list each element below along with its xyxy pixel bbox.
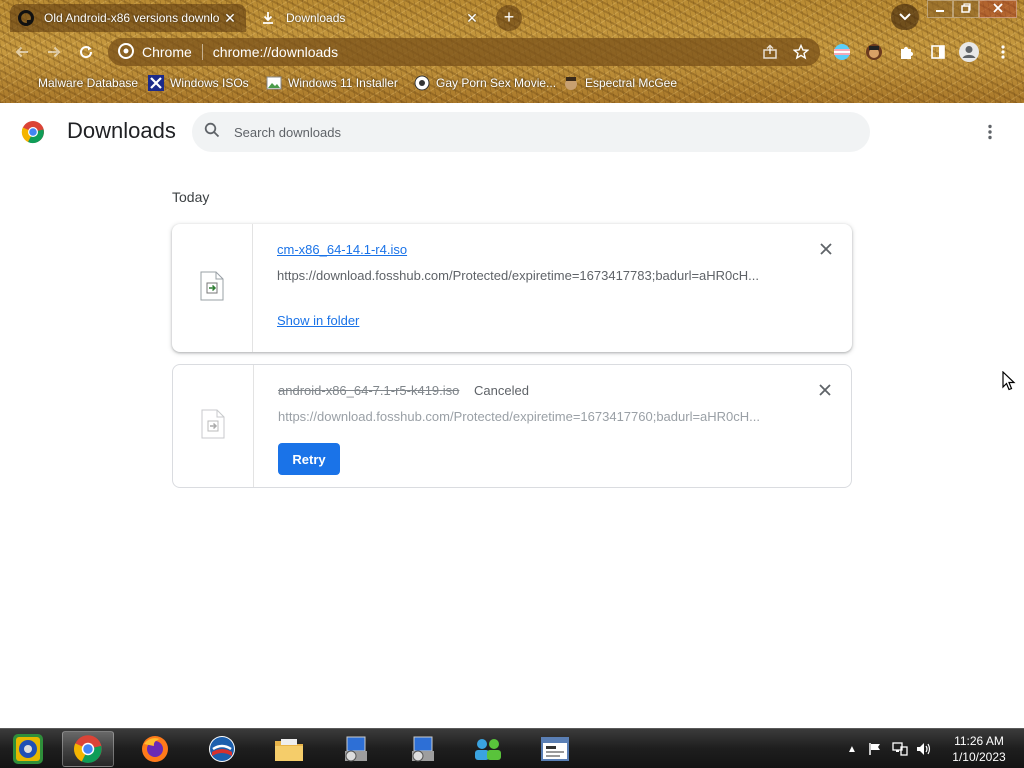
mouse-cursor — [1002, 370, 1016, 391]
file-source-url[interactable]: https://download.fosshub.com/Protected/e… — [278, 409, 770, 424]
clock-time: 11:26 AM — [954, 734, 1004, 748]
share-icon[interactable] — [761, 43, 779, 61]
search-icon — [204, 122, 220, 143]
browser-frame: Old Android-x86 versions downlo ✕ Downlo… — [0, 0, 1024, 103]
url-text[interactable]: chrome://downloads — [213, 44, 338, 60]
download-item: cm-x86_64-14.1-r4.iso https://download.f… — [172, 224, 852, 352]
tab-search-button[interactable] — [891, 4, 919, 30]
taskbar-network-users[interactable] — [462, 731, 514, 767]
chrome-logo-icon — [118, 42, 134, 62]
page-title: Downloads — [67, 118, 176, 143]
volume-icon[interactable] — [916, 741, 932, 757]
chrome-logo-icon — [21, 120, 45, 144]
taskbar-web-window[interactable] — [529, 731, 581, 767]
site-chip-label: Chrome — [142, 44, 192, 60]
file-source-url[interactable]: https://download.fosshub.com/Protected/e… — [277, 268, 769, 283]
close-window-button[interactable] — [979, 0, 1017, 18]
file-name-canceled: android-x86_64-7.1-r5-k419.iso — [278, 383, 460, 398]
download-item: android-x86_64-7.1-r5-k419.iso Canceled … — [172, 364, 852, 488]
site-chip[interactable]: Chrome — [108, 42, 192, 62]
circle-logo-icon — [18, 10, 34, 26]
bookmarks-bar: Malware Database Windows ISOs Windows 11… — [0, 72, 1024, 96]
tab-downloads[interactable]: Downloads ✕ — [252, 4, 488, 32]
new-tab-button[interactable]: + — [496, 5, 522, 31]
face-extension-icon[interactable] — [863, 41, 885, 63]
bookmark-label: Gay Porn Sex Movie... — [436, 76, 557, 90]
tab-android-x86[interactable]: Old Android-x86 versions downlo ✕ — [10, 4, 246, 32]
file-icon[interactable] — [200, 271, 224, 306]
forward-arrow-icon[interactable] — [43, 41, 65, 63]
taskbar-chrome[interactable] — [62, 731, 114, 767]
retry-button[interactable]: Retry — [278, 443, 340, 475]
folder-icon — [16, 75, 32, 91]
face-icon — [563, 75, 579, 91]
bookmark-malware-database[interactable]: Malware Database — [16, 75, 138, 91]
tab-title: Downloads — [286, 11, 346, 25]
bookmark-label: Espectral McGee — [585, 76, 678, 90]
search-bar[interactable] — [192, 112, 870, 152]
reload-icon[interactable] — [75, 41, 97, 63]
extensions-puzzle-icon[interactable] — [895, 41, 917, 63]
badge-icon — [414, 75, 430, 91]
clock-date: 1/10/2023 — [952, 750, 1006, 764]
show-hidden-icons-icon[interactable]: ▲ — [844, 741, 860, 757]
address-bar[interactable]: Chrome chrome://downloads — [108, 38, 820, 66]
side-panel-icon[interactable] — [927, 41, 949, 63]
file-name-link[interactable]: cm-x86_64-14.1-r4.iso — [277, 242, 407, 257]
file-icon-column — [172, 224, 253, 352]
tab-title: Old Android-x86 versions downlo — [44, 11, 220, 25]
image-icon — [266, 75, 282, 91]
browser-menu-icon[interactable] — [992, 41, 1014, 63]
flag-extension-icon[interactable] — [831, 41, 853, 63]
system-clock[interactable]: 11:26 AM 1/10/2023 — [944, 733, 1014, 765]
start-button[interactable] — [2, 731, 54, 767]
profile-avatar-icon[interactable] — [958, 41, 980, 63]
search-input[interactable] — [234, 124, 834, 140]
remove-item-icon[interactable] — [817, 382, 833, 398]
taskbar-setup-installer[interactable] — [330, 731, 382, 767]
taskbar-setup-installer-2[interactable] — [397, 731, 449, 767]
taskbar-firefox[interactable] — [129, 731, 181, 767]
omnibox-separator — [201, 44, 203, 60]
bookmark-label: Windows 11 Installer — [288, 76, 398, 90]
bookmark-windows-11-installer[interactable]: Windows 11 Installer — [266, 75, 398, 91]
minimize-button[interactable] — [927, 0, 953, 18]
close-tab-icon[interactable]: ✕ — [464, 10, 480, 27]
taskbar: ▲ 11:26 AM 1/10/2023 — [0, 728, 1024, 768]
bookmark-windows-isos[interactable]: Windows ISOs — [148, 75, 249, 91]
taskbar-file-explorer[interactable] — [263, 731, 315, 767]
file-icon-column — [173, 365, 254, 487]
taskbar-obama-logo[interactable] — [196, 731, 248, 767]
close-tab-icon[interactable]: ✕ — [222, 10, 238, 27]
back-arrow-icon[interactable] — [11, 41, 33, 63]
date-section-label: Today — [172, 189, 210, 205]
action-center-flag-icon[interactable] — [867, 741, 883, 757]
download-icon — [260, 10, 276, 26]
status-canceled: Canceled — [474, 383, 529, 398]
bookmark-label: Windows ISOs — [170, 76, 249, 90]
remove-item-icon[interactable] — [818, 241, 834, 257]
show-in-folder-link[interactable]: Show in folder — [277, 313, 359, 328]
bookmark-espectral-mcgee[interactable]: Espectral McGee — [563, 75, 677, 91]
file-icon[interactable] — [201, 409, 225, 444]
bookmark-label: Malware Database — [38, 76, 139, 90]
network-icon[interactable] — [892, 741, 908, 757]
bookmark-video-site[interactable]: Gay Porn Sex Movie... — [414, 75, 556, 91]
bookmark-star-icon[interactable] — [792, 43, 810, 61]
downloads-page: Downloads Today cm-x86_64-14.1-r4.iso ht… — [0, 103, 1024, 728]
x-logo-icon — [148, 75, 164, 91]
restore-button[interactable] — [953, 0, 979, 18]
more-actions-icon[interactable] — [980, 120, 1000, 144]
